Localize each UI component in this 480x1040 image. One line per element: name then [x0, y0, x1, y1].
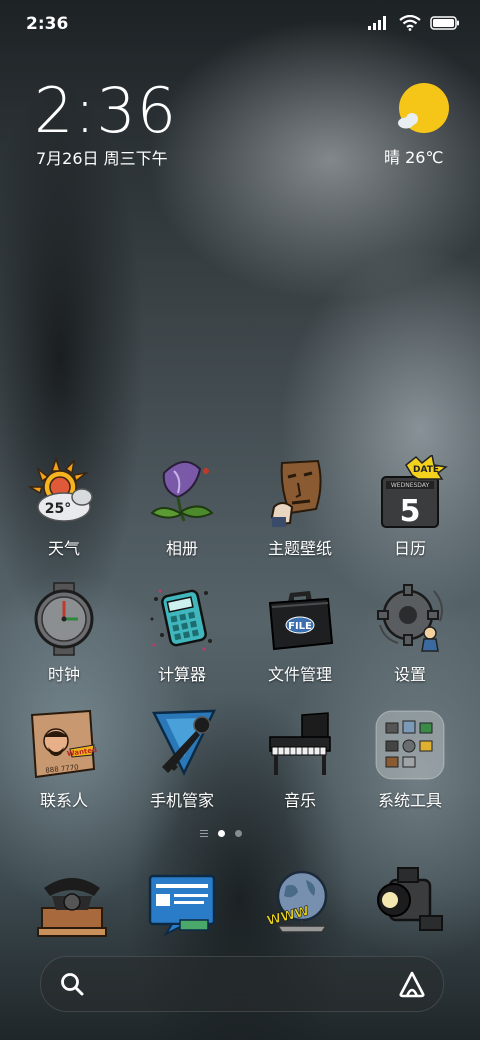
app-music[interactable]: 音乐	[250, 707, 350, 811]
app-system-tools-folder[interactable]: 系统工具	[360, 707, 460, 811]
wanted-poster-icon: Wanted 888 7770	[30, 709, 98, 779]
app-label: 联系人	[39, 791, 88, 810]
key-shield-icon	[152, 709, 217, 776]
gallery-flower-icon	[150, 461, 214, 522]
file-tag: FILE	[288, 621, 312, 632]
app-label: 手机管家	[149, 791, 214, 810]
telephone-icon	[37, 878, 107, 937]
app-clock[interactable]: 时钟	[14, 581, 114, 685]
calendar-weekday: WEDNESDAY	[391, 482, 430, 489]
app-label: 设置	[393, 665, 426, 684]
app-gallery[interactable]: 相册	[132, 455, 232, 559]
weather-icon-badge: 25°	[45, 501, 71, 517]
file-briefcase-icon: FILE	[268, 591, 334, 651]
app-list-indicator-icon	[200, 830, 208, 837]
app-calculator[interactable]: 计算器	[132, 581, 232, 685]
weather-widget[interactable]: 晴 26℃	[384, 82, 454, 172]
app-label: 时钟	[47, 665, 80, 684]
app-label: 计算器	[157, 665, 206, 684]
app-file-manager[interactable]: FILE 文件管理	[250, 581, 350, 685]
search-bar[interactable]	[40, 956, 444, 1012]
browser-globe-icon: WWW	[265, 870, 328, 933]
app-theme-wallpaper[interactable]: 主题壁纸	[250, 455, 350, 559]
app-label: 天气	[47, 539, 80, 558]
system-tools-folder-icon	[375, 710, 445, 780]
dock-phone[interactable]	[32, 866, 112, 946]
dock-messages[interactable]	[146, 866, 226, 946]
dock: WWW	[0, 858, 480, 938]
clock-widget-date[interactable]: 7月26日 周三下午	[36, 145, 168, 169]
status-time: 2:36	[26, 14, 69, 34]
app-label: 日历	[393, 539, 426, 558]
dock-browser[interactable]: WWW	[262, 866, 342, 946]
app-label: 相册	[165, 539, 198, 558]
weather-icon: 25°	[27, 456, 93, 522]
weather-widget-text: 晴 26℃	[384, 148, 444, 167]
gear-icon	[377, 584, 443, 652]
theme-mask-icon	[270, 459, 322, 527]
app-settings[interactable]: 设置	[360, 581, 460, 685]
clock-icon	[34, 582, 94, 656]
piano-icon	[269, 712, 331, 775]
calendar-icon: WEDNESDAY 5 DATE	[381, 455, 448, 529]
battery-icon	[430, 16, 459, 30]
page-dot-active	[218, 830, 225, 837]
status-bar: 2:36	[0, 0, 480, 50]
app-label: 音乐	[283, 791, 316, 810]
message-icon	[148, 874, 216, 937]
app-label: 系统工具	[377, 791, 442, 810]
dock-camera[interactable]	[370, 862, 450, 942]
assistant-a-icon[interactable]	[397, 970, 427, 998]
clock-widget-time[interactable]: 2:36	[34, 76, 177, 146]
page-dot	[235, 830, 242, 837]
sunny-cloud-icon	[398, 83, 449, 133]
app-weather[interactable]: 25° 天气	[14, 455, 114, 559]
app-label: 主题壁纸	[267, 539, 332, 558]
calendar-day: 5	[400, 494, 421, 529]
signal-icon	[368, 16, 386, 30]
search-icon[interactable]	[59, 971, 85, 997]
camera-icon	[377, 867, 443, 931]
app-contacts[interactable]: Wanted 888 7770 联系人	[14, 707, 114, 811]
wifi-icon	[399, 15, 421, 31]
page-indicator[interactable]	[200, 830, 242, 837]
app-label: 文件管理	[267, 665, 332, 684]
browser-tag: WWW	[265, 904, 310, 929]
app-calendar[interactable]: WEDNESDAY 5 DATE 日历	[360, 455, 460, 559]
calendar-date-tag: DATE	[413, 465, 439, 475]
app-phone-manager[interactable]: 手机管家	[132, 707, 232, 811]
calculator-icon	[150, 589, 212, 651]
